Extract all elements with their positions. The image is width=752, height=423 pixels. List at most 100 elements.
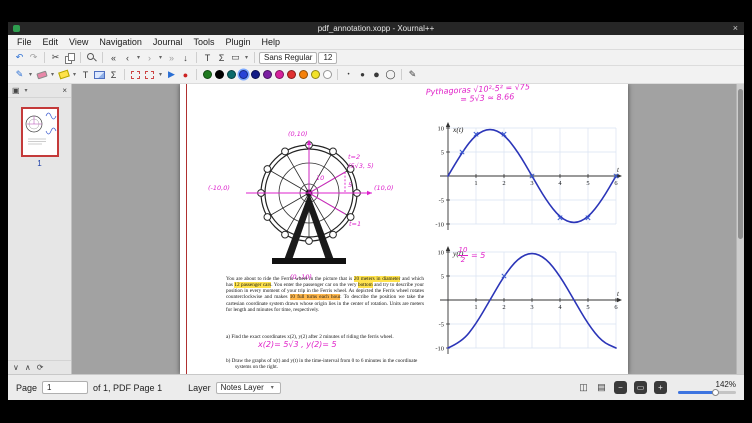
image-insert-icon[interactable]	[93, 68, 106, 81]
menu-navigation[interactable]: Navigation	[99, 37, 142, 47]
color-swatch-3[interactable]	[239, 70, 248, 79]
previous-caret-icon[interactable]: ▾	[135, 54, 142, 61]
label-t2: t=2	[348, 153, 360, 161]
font-size-spinner[interactable]: 12	[318, 52, 337, 64]
page-margin-line	[186, 84, 187, 374]
zoom-percentage: 142%	[716, 380, 736, 389]
layout-grid-icon[interactable]: ▤	[595, 381, 608, 394]
zoom-original-button[interactable]: ▭	[634, 381, 647, 394]
svg-text:6: 6	[614, 180, 618, 187]
pen-caret-icon[interactable]: ▾	[27, 71, 34, 78]
font-size-value: 12	[323, 53, 332, 62]
cut-icon[interactable]: ✂	[49, 51, 62, 64]
search-icon[interactable]	[85, 51, 98, 64]
zoom-in-button[interactable]: +	[654, 381, 667, 394]
menu-edit[interactable]: Edit	[43, 37, 59, 47]
window-close-icon[interactable]: ×	[733, 22, 738, 35]
record-audio-icon[interactable]: ●	[179, 68, 192, 81]
svg-text:1: 1	[474, 304, 477, 311]
shape-caret-icon[interactable]: ▾	[243, 54, 250, 61]
text-tool-icon[interactable]: T	[201, 51, 214, 64]
pen-tool-icon[interactable]: ✎	[13, 68, 26, 81]
sidebar-footer: ∨ ∧ ⟳	[8, 360, 71, 374]
thickness-medium-icon[interactable]: ●	[356, 68, 369, 81]
label-10-0: (10,0)	[374, 184, 394, 192]
next-page-icon[interactable]: ›	[143, 51, 156, 64]
last-page-icon[interactable]: »	[165, 51, 178, 64]
redo-icon[interactable]: ↷	[27, 51, 40, 64]
search-glyph	[87, 53, 97, 63]
chevron-down-icon[interactable]: ∨	[13, 363, 19, 372]
select-caret-icon[interactable]: ▾	[157, 71, 164, 78]
select-region-icon[interactable]	[129, 68, 142, 81]
color-swatch-0[interactable]	[203, 70, 212, 79]
menu-tools[interactable]: Tools	[193, 37, 214, 47]
pdf-page[interactable]: Pythagoras √10²-5² = √75 = 5√3 ≈ 8.66	[180, 84, 628, 374]
toolbar-separator	[401, 69, 402, 80]
desktop-background: pdf_annotation.xopp - Xournal++ × File Ed…	[0, 0, 752, 423]
select-rectangle-icon[interactable]	[143, 68, 156, 81]
next-caret-icon[interactable]: ▾	[157, 54, 164, 61]
scrollbar-thumb[interactable]	[738, 89, 743, 239]
item-b: b) Draw the graphs of x(t) and y(t) in t…	[226, 358, 424, 370]
zoom-out-button[interactable]: −	[614, 381, 627, 394]
shape-recognizer-icon[interactable]: ✎	[406, 68, 419, 81]
color-swatch-5[interactable]	[263, 70, 272, 79]
thickness-thick-icon[interactable]: ●	[370, 68, 383, 81]
tex-insert-icon[interactable]: Σ	[107, 68, 120, 81]
play-audio-icon[interactable]: ▶	[165, 68, 178, 81]
menu-plugin[interactable]: Plugin	[225, 37, 250, 47]
undo-icon[interactable]: ↶	[13, 51, 26, 64]
text-insert-icon[interactable]: T	[79, 68, 92, 81]
color-swatch-4[interactable]	[251, 70, 260, 79]
menu-view[interactable]: View	[69, 37, 88, 47]
highlighter-tool-icon[interactable]	[57, 68, 70, 81]
color-swatch-6[interactable]	[275, 70, 284, 79]
color-swatch-10[interactable]	[323, 70, 332, 79]
tex-tool-icon[interactable]: Σ	[215, 51, 228, 64]
page-thumbnail[interactable]	[21, 107, 59, 157]
color-swatch-1[interactable]	[215, 70, 224, 79]
copy-glyph	[65, 53, 74, 62]
goto-page-icon[interactable]: ↓	[179, 51, 192, 64]
svg-text:t: t	[617, 166, 620, 174]
highlighter-caret-icon[interactable]: ▾	[71, 71, 78, 78]
color-swatch-9[interactable]	[311, 70, 320, 79]
page-number-input[interactable]: 1	[42, 381, 88, 394]
menu-journal[interactable]: Journal	[153, 37, 183, 47]
svg-text:6: 6	[614, 304, 618, 311]
font-name: Sans Regular	[264, 53, 312, 62]
toolbar-separator	[196, 52, 197, 63]
first-page-icon[interactable]: «	[107, 51, 120, 64]
layout-double-icon[interactable]: ◫	[577, 381, 590, 394]
statusbar: Page 1 of 1, PDF Page 1 Layer Notes Laye…	[8, 374, 744, 400]
menu-help[interactable]: Help	[262, 37, 281, 47]
zoom-slider[interactable]	[678, 391, 736, 394]
svg-text:4: 4	[558, 180, 562, 187]
preview-layout-icon[interactable]: ▣	[12, 86, 20, 95]
color-swatch-2[interactable]	[227, 70, 236, 79]
zoom-slider-knob[interactable]	[712, 389, 719, 396]
copy-icon[interactable]	[63, 51, 76, 64]
eraser-caret-icon[interactable]: ▾	[49, 71, 56, 78]
font-select[interactable]: Sans Regular	[259, 52, 317, 64]
eraser-tool-icon[interactable]	[35, 68, 48, 81]
thickness-fine-icon[interactable]: •	[342, 68, 355, 81]
color-chooser-icon[interactable]: ◯	[384, 68, 397, 81]
menu-file[interactable]: File	[17, 37, 32, 47]
titlebar[interactable]: pdf_annotation.xopp - Xournal++ ×	[8, 22, 744, 35]
layer-select[interactable]: Notes Layer ▾	[216, 382, 281, 394]
shape-tool-icon[interactable]: ▭	[229, 51, 242, 64]
vertical-scrollbar[interactable]	[736, 84, 744, 374]
refresh-icon[interactable]: ⟳	[37, 363, 44, 372]
preview-caret-icon[interactable]: ▾	[23, 87, 30, 94]
previous-page-icon[interactable]: ‹	[121, 51, 134, 64]
toolbar-separator	[254, 52, 255, 63]
label-t1: t=1	[349, 220, 361, 228]
eraser-glyph	[36, 70, 47, 79]
sidebar-close-icon[interactable]: ×	[62, 86, 67, 95]
color-swatch-8[interactable]	[299, 70, 308, 79]
color-swatch-7[interactable]	[287, 70, 296, 79]
canvas-area[interactable]: Pythagoras √10²-5² = √75 = 5√3 ≈ 8.66	[72, 84, 744, 374]
chevron-up-icon[interactable]: ∧	[25, 363, 31, 372]
